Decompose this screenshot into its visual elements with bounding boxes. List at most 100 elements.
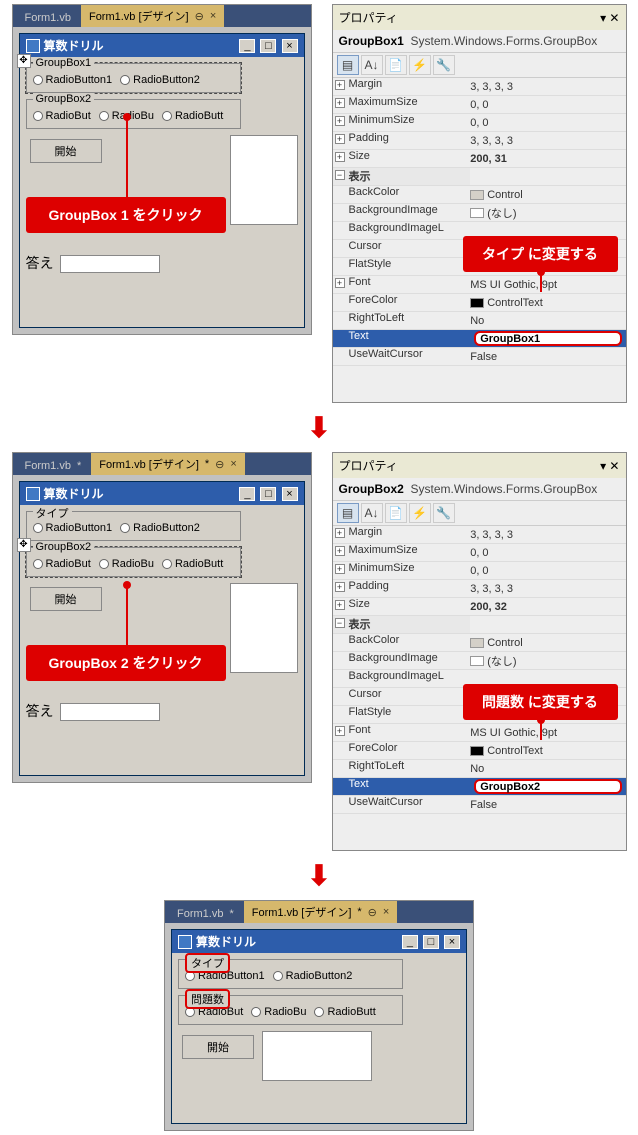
result-area: [230, 135, 298, 225]
pin-icon[interactable]: ▾ ✕: [600, 459, 619, 473]
prop-padding[interactable]: +Padding3, 3, 3, 3: [333, 132, 626, 150]
wrench-icon[interactable]: 🔧: [433, 55, 455, 75]
radiobutton2[interactable]: RadioButton2: [273, 970, 353, 982]
max-button[interactable]: □: [423, 935, 439, 949]
prop-backcolor[interactable]: BackColorControl: [333, 634, 626, 652]
properties-object[interactable]: GroupBox2 System.Windows.Forms.GroupBox: [333, 478, 626, 500]
prop-minsize[interactable]: +MinimumSize0, 0: [333, 562, 626, 580]
groupbox1[interactable]: タイプ RadioButton1 RadioButton2: [178, 959, 403, 989]
max-button[interactable]: □: [260, 39, 276, 53]
prop-bgimage[interactable]: BackgroundImage(なし): [333, 204, 626, 222]
window-buttons: _ □ ×: [237, 39, 297, 53]
properties-object[interactable]: GroupBox1 System.Windows.Forms.GroupBox: [333, 30, 626, 52]
pin-icon[interactable]: ▾ ✕: [600, 11, 619, 25]
tab-form1-vb[interactable]: Form1.vb: [17, 9, 79, 27]
pin-icon[interactable]: ⊖: [195, 10, 204, 23]
prop-size[interactable]: +Size200, 32: [333, 598, 626, 616]
groupbox1[interactable]: タイプ RadioButton1 RadioButton2: [26, 511, 241, 541]
start-button[interactable]: 開始: [182, 1035, 254, 1059]
close-icon[interactable]: ×: [210, 10, 216, 22]
prop-category-display[interactable]: −表示: [333, 168, 626, 186]
radio3[interactable]: RadioBut: [33, 558, 91, 570]
form-titlebar: 算数ドリル _ □ ×: [20, 34, 304, 57]
prop-backcolor[interactable]: BackColorControl: [333, 186, 626, 204]
min-button[interactable]: _: [402, 935, 418, 949]
tab-form1-vb[interactable]: Form1.vb*: [169, 905, 242, 923]
groupbox1[interactable]: ✥ GroupBox1 RadioButton1 RadioButton2: [26, 63, 241, 93]
move-icon[interactable]: ✥: [17, 538, 31, 552]
prop-font[interactable]: +FontMS UI Gothic, 9pt: [333, 276, 626, 294]
prop-maxsize[interactable]: +MaximumSize0, 0: [333, 544, 626, 562]
prop-bgimage[interactable]: BackgroundImage(なし): [333, 652, 626, 670]
answer-input[interactable]: [60, 255, 160, 273]
form-icon: [26, 487, 40, 501]
min-button[interactable]: _: [239, 39, 255, 53]
pin-icon[interactable]: ⊖: [368, 906, 377, 919]
props-icon[interactable]: 📄: [385, 55, 407, 75]
radio5[interactable]: RadioButt: [314, 1006, 375, 1018]
prop-usewaitcursor[interactable]: UseWaitCursorFalse: [333, 348, 626, 366]
max-button[interactable]: □: [260, 487, 276, 501]
prop-text[interactable]: TextGroupBox1: [333, 330, 626, 348]
arrow-down-icon: ⬇: [307, 859, 330, 892]
prop-category-display[interactable]: −表示: [333, 616, 626, 634]
prop-maxsize[interactable]: +MaximumSize0, 0: [333, 96, 626, 114]
radiobutton1[interactable]: RadioButton1: [33, 74, 113, 86]
prop-margin[interactable]: +Margin3, 3, 3, 3: [333, 78, 626, 96]
close-button[interactable]: ×: [282, 487, 298, 501]
prop-font[interactable]: +FontMS UI Gothic, 9pt: [333, 724, 626, 742]
alphabetical-icon[interactable]: A↓: [361, 503, 383, 523]
groupbox2-title: GroupBox2: [33, 541, 95, 553]
close-button[interactable]: ×: [444, 935, 460, 949]
groupbox2[interactable]: ✥ GroupBox2 RadioBut RadioBu RadioButt: [26, 547, 241, 577]
form-icon: [178, 935, 192, 949]
start-button[interactable]: 開始: [30, 587, 102, 611]
answer-label: 答え: [26, 701, 54, 721]
prop-size[interactable]: +Size200, 31: [333, 150, 626, 168]
radio5[interactable]: RadioButt: [162, 558, 223, 570]
start-button[interactable]: 開始: [30, 139, 102, 163]
prop-rtl[interactable]: RightToLeftNo: [333, 312, 626, 330]
tab-form1-design[interactable]: Form1.vb [デザイン] ⊖ ×: [81, 5, 224, 27]
properties-title: プロパティ▾ ✕: [333, 5, 626, 30]
alphabetical-icon[interactable]: A↓: [361, 55, 383, 75]
wrench-icon[interactable]: 🔧: [433, 503, 455, 523]
tab-form1-vb[interactable]: Form1.vb*: [17, 457, 90, 475]
answer-input[interactable]: [60, 703, 160, 721]
prop-text[interactable]: TextGroupBox2: [333, 778, 626, 796]
prop-padding[interactable]: +Padding3, 3, 3, 3: [333, 580, 626, 598]
close-icon[interactable]: ×: [230, 458, 236, 470]
tab-form1-design[interactable]: Form1.vb [デザイン]* ⊖ ×: [244, 901, 398, 923]
radiobutton1[interactable]: RadioButton1: [33, 522, 113, 534]
min-button[interactable]: _: [239, 487, 255, 501]
close-button[interactable]: ×: [282, 39, 298, 53]
groupbox1-title: タイプ: [185, 953, 230, 973]
prop-minsize[interactable]: +MinimumSize0, 0: [333, 114, 626, 132]
properties-panel-2: プロパティ▾ ✕ GroupBox2 System.Windows.Forms.…: [332, 452, 627, 851]
callout-click-gb1: GroupBox 1 をクリック: [26, 197, 226, 233]
radiobutton2[interactable]: RadioButton2: [120, 522, 200, 534]
prop-rtl[interactable]: RightToLeftNo: [333, 760, 626, 778]
callout-change-type: タイプ に変更する: [463, 236, 618, 272]
radio5[interactable]: RadioButt: [162, 110, 223, 122]
categorized-icon[interactable]: ▤: [337, 55, 359, 75]
designer-window: Form1.vb Form1.vb [デザイン] ⊖ × 算数ドリル _ □ ×: [12, 4, 312, 335]
prop-margin[interactable]: +Margin3, 3, 3, 3: [333, 526, 626, 544]
events-icon[interactable]: ⚡: [409, 55, 431, 75]
prop-forecolor[interactable]: ForeColorControlText: [333, 742, 626, 760]
close-icon[interactable]: ×: [383, 906, 389, 918]
radio4[interactable]: RadioBu: [251, 1006, 306, 1018]
categorized-icon[interactable]: ▤: [337, 503, 359, 523]
radio4[interactable]: RadioBu: [99, 558, 154, 570]
events-icon[interactable]: ⚡: [409, 503, 431, 523]
prop-usewaitcursor[interactable]: UseWaitCursorFalse: [333, 796, 626, 814]
radiobutton2[interactable]: RadioButton2: [120, 74, 200, 86]
pin-icon[interactable]: ⊖: [215, 458, 224, 471]
tab-form1-design[interactable]: Form1.vb [デザイン]* ⊖ ×: [91, 453, 245, 475]
prop-forecolor[interactable]: ForeColorControlText: [333, 294, 626, 312]
groupbox2[interactable]: GroupBox2 RadioBut RadioBu RadioButt: [26, 99, 241, 129]
props-icon[interactable]: 📄: [385, 503, 407, 523]
groupbox2[interactable]: 問題数 RadioBut RadioBu RadioButt: [178, 995, 403, 1025]
radio3[interactable]: RadioBut: [33, 110, 91, 122]
move-icon[interactable]: ✥: [17, 54, 31, 68]
